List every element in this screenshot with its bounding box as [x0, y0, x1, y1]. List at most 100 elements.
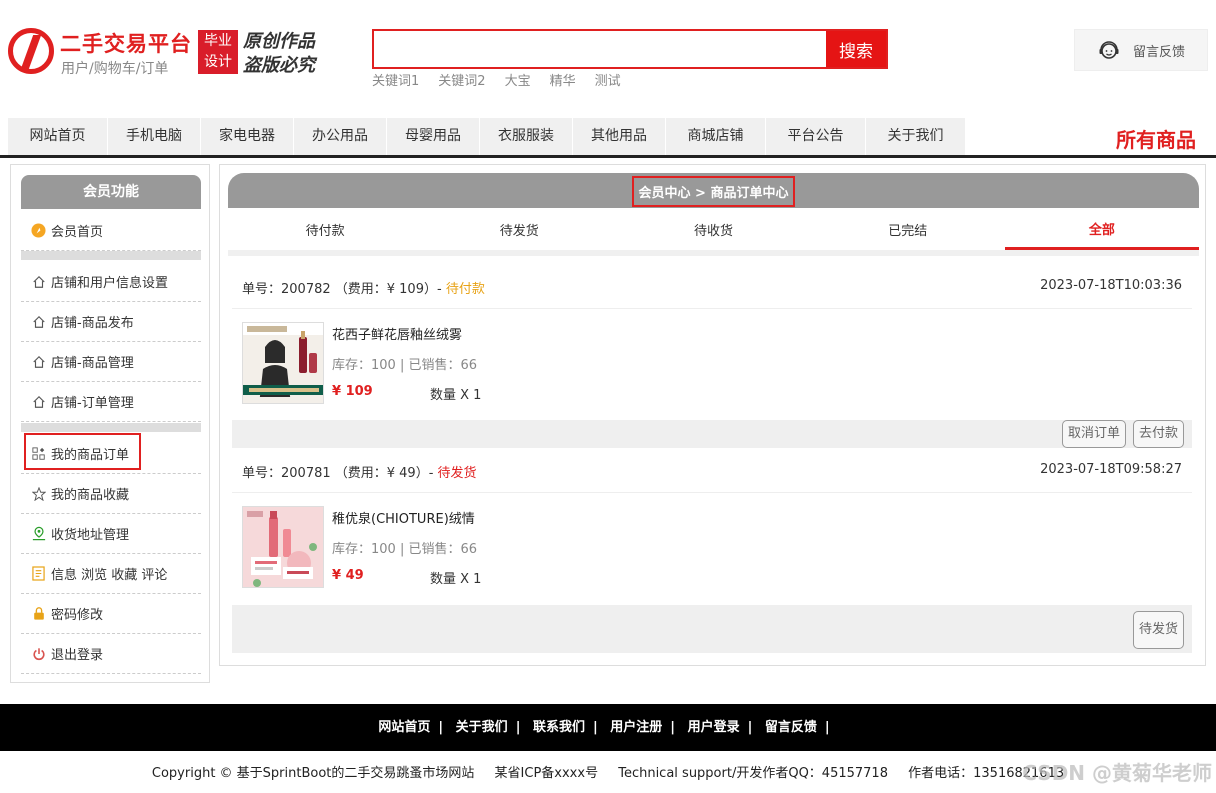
awaiting-shipment-button[interactable]: 待发货 [1132, 611, 1184, 649]
order-info: 单号：200781 （费用：¥ 49）- [242, 466, 438, 481]
keyword-link[interactable]: 关键词1 [372, 70, 419, 89]
product-name[interactable]: 稚优泉(CHIOTURE)绒情 [332, 508, 475, 527]
product-name[interactable]: 花西子鲜花唇釉丝绒雾 [332, 324, 462, 343]
home-icon [31, 354, 46, 369]
star-icon [31, 486, 46, 501]
home-icon [31, 314, 46, 329]
footer-link-feedback[interactable]: 留言反馈 [765, 720, 817, 735]
slogan-line-2: 盗版必究 [243, 55, 315, 76]
sidebar-item-goods-manage[interactable]: 店铺-商品管理 [21, 342, 201, 382]
sidebar-item-label: 店铺和用户信息设置 [51, 276, 169, 291]
footer-link-about[interactable]: 关于我们 [456, 720, 508, 735]
all-goods-link[interactable]: 所有商品 [1116, 124, 1196, 153]
tab-all[interactable]: 全部 [1004, 208, 1200, 250]
nav-item-clothing[interactable]: 衣服服装 [480, 118, 573, 155]
sidebar-item-label: 我的商品收藏 [51, 488, 130, 503]
order-actions: 取消订单 去付款 [232, 420, 1192, 448]
icp-text: 某省ICP备xxxx号 [494, 766, 599, 781]
tab-pending-shipment[interactable]: 待发货 [422, 208, 616, 250]
sidebar-item-favorites[interactable]: 我的商品收藏 [21, 474, 201, 514]
nav-item-about[interactable]: 关于我们 [866, 118, 966, 155]
orange-circle-icon [31, 223, 46, 238]
footer-separator: | [515, 720, 521, 735]
breadcrumb-bar: 会员中心 > 商品订单中心 [228, 173, 1199, 208]
order-item: 花西子鲜花唇釉丝绒雾 库存：100 | 已销售：66 ¥ 109 数量 X 1 [232, 310, 1192, 420]
sidebar-item-shop-settings[interactable]: 店铺和用户信息设置 [21, 262, 201, 302]
sidebar-item-publish[interactable]: 店铺-商品发布 [21, 302, 201, 342]
order-time: 2023-07-18T10:03:36 [1040, 278, 1182, 293]
sidebar-item-label: 退出登录 [51, 648, 104, 663]
order-actions: 待发货 [232, 605, 1192, 653]
cancel-order-button[interactable]: 取消订单 [1061, 420, 1126, 448]
nav-item-shops[interactable]: 商城店铺 [666, 118, 766, 155]
order-time: 2023-07-18T09:58:27 [1040, 462, 1182, 477]
sidebar-item-label: 店铺-商品发布 [51, 316, 134, 331]
order-number: 单号：200782 （费用：¥ 109）- 待付款 [242, 278, 485, 297]
footer-links: 网站首页 | 关于我们 | 联系我们 | 用户注册 | 用户登录 | 留言反馈 | [0, 704, 1216, 751]
nav-item-notice[interactable]: 平台公告 [766, 118, 866, 155]
location-icon [31, 526, 46, 541]
nav-item-home[interactable]: 网站首页 [8, 118, 108, 155]
search-input[interactable] [374, 31, 826, 67]
product-price: ¥ 109 [332, 384, 373, 399]
support-text: Technical support/开发作者QQ：45157718 [618, 766, 888, 781]
footer-link-home[interactable]: 网站首页 [378, 720, 430, 735]
keyword-link[interactable]: 关键词2 [438, 70, 485, 89]
nav-item-office[interactable]: 办公用品 [294, 118, 387, 155]
footer-link-login[interactable]: 用户登录 [688, 720, 740, 735]
watermark: CSDN @黄菊华老师 [1022, 761, 1212, 785]
search-box: 搜索 [372, 29, 888, 69]
nav-item-other[interactable]: 其他用品 [573, 118, 666, 155]
order-tabs: 待付款 待发货 待收货 已完结 全部 [228, 208, 1200, 256]
order-header: 单号：200782 （费用：¥ 109）- 待付款 2023-07-18T10:… [232, 265, 1192, 309]
nav-item-appliances[interactable]: 家电电器 [201, 118, 294, 155]
site-title[interactable]: 二手交易平台 [60, 28, 192, 58]
product-image[interactable] [242, 322, 324, 404]
sidebar-item-logout[interactable]: 退出登录 [21, 634, 201, 674]
product-stock: 库存：100 | 已销售：66 [332, 358, 477, 373]
nav-item-baby[interactable]: 母婴用品 [387, 118, 480, 155]
product-quantity: 数量 X 1 [430, 388, 482, 403]
footer-separator: | [824, 720, 830, 735]
feedback-button[interactable]: 留言反馈 [1074, 29, 1208, 71]
order-center: 会员中心 > 商品订单中心 待付款 待发货 待收货 已完结 全部 单号：2007… [219, 164, 1206, 666]
product-stock: 库存：100 | 已销售：66 [332, 542, 477, 557]
sidebar-item-address[interactable]: 收货地址管理 [21, 514, 201, 554]
search-button[interactable]: 搜索 [826, 31, 886, 67]
footer-link-contact[interactable]: 联系我们 [533, 720, 585, 735]
site-header: 二手交易平台 用户/购物车/订单 毕业 设计 原创作品 盗版必究 搜索 关键词1… [0, 0, 1216, 110]
tab-pending-receipt[interactable]: 待收货 [616, 208, 810, 250]
product-quantity: 数量 X 1 [430, 572, 482, 587]
sidebar-item-order-manage[interactable]: 店铺-订单管理 [21, 382, 201, 422]
highlight-box [24, 433, 141, 470]
main-nav: 网站首页 手机电脑 家电电器 办公用品 母婴用品 衣服服装 其他用品 商城店铺 … [0, 118, 1216, 158]
sidebar-item-label: 店铺-商品管理 [51, 356, 134, 371]
sidebar-divider [21, 251, 201, 260]
order-number: 单号：200781 （费用：¥ 49）- 待发货 [242, 462, 477, 481]
footer-separator: | [670, 720, 676, 735]
keyword-link[interactable]: 大宝 [505, 70, 531, 89]
sidebar-title: 会员功能 [21, 175, 201, 209]
product-image[interactable] [242, 506, 324, 588]
badge-line-2: 设计 [204, 54, 232, 70]
nav-item-phones[interactable]: 手机电脑 [108, 118, 201, 155]
footer-separator: | [592, 720, 598, 735]
sidebar-item-member-home[interactable]: 会员首页 [21, 211, 201, 251]
pay-button[interactable]: 去付款 [1132, 420, 1184, 448]
logo-icon[interactable] [8, 28, 54, 74]
keyword-link[interactable]: 测试 [595, 70, 621, 89]
sidebar-item-label: 会员首页 [51, 225, 104, 240]
order-status: 待发货 [437, 466, 477, 481]
hot-keywords: 关键词1 关键词2 大宝 精华 测试 [372, 70, 621, 89]
tab-pending-payment[interactable]: 待付款 [228, 208, 422, 250]
order-status: 待付款 [445, 282, 485, 297]
footer-link-register[interactable]: 用户注册 [610, 720, 662, 735]
sidebar-item-info[interactable]: 信息 浏览 收藏 评论 [21, 554, 201, 594]
graduation-badge: 毕业 设计 [198, 30, 238, 74]
keyword-link[interactable]: 精华 [550, 70, 576, 89]
sidebar-item-label: 收货地址管理 [51, 528, 130, 543]
tab-completed[interactable]: 已完结 [811, 208, 1005, 250]
footer-separator: | [747, 720, 753, 735]
sidebar-item-password[interactable]: 密码修改 [21, 594, 201, 634]
badge-line-1: 毕业 [204, 33, 232, 49]
